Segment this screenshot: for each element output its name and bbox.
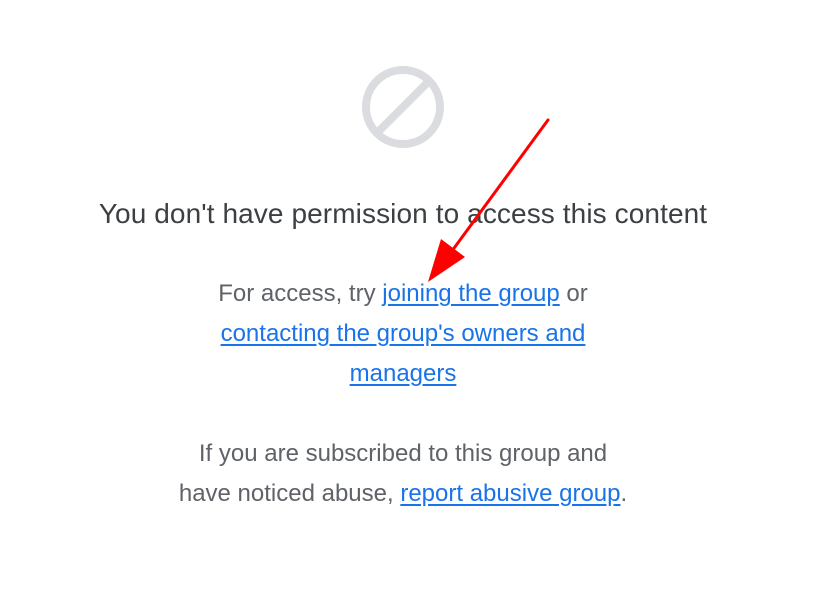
contact-owners-link[interactable]: contacting the group's owners and <box>221 320 586 347</box>
contact-owners-link-continued[interactable]: managers <box>350 360 457 387</box>
page-title: You don't have permission to access this… <box>98 198 708 229</box>
abuse-line-2: have noticed abuse, report abusive group… <box>0 474 806 514</box>
or-text: or <box>559 280 588 307</box>
access-prefix-text: For access, try <box>218 280 383 307</box>
report-abuse-link[interactable]: report abusive group <box>400 480 620 507</box>
no-entry-icon <box>360 64 446 150</box>
abuse-message: If you are subscribed to this group and … <box>0 434 806 514</box>
access-line-3: managers <box>0 354 806 394</box>
access-line-1: For access, try joining the group or <box>0 274 806 314</box>
abuse-suffix-text: . <box>620 480 628 507</box>
access-message: For access, try joining the group or con… <box>0 274 806 394</box>
join-group-link[interactable]: joining the group <box>382 280 559 307</box>
abuse-line-1: If you are subscribed to this group and <box>198 440 608 467</box>
abuse-prefix-text: have noticed abuse, <box>178 480 401 507</box>
access-line-2: contacting the group's owners and <box>0 314 806 354</box>
